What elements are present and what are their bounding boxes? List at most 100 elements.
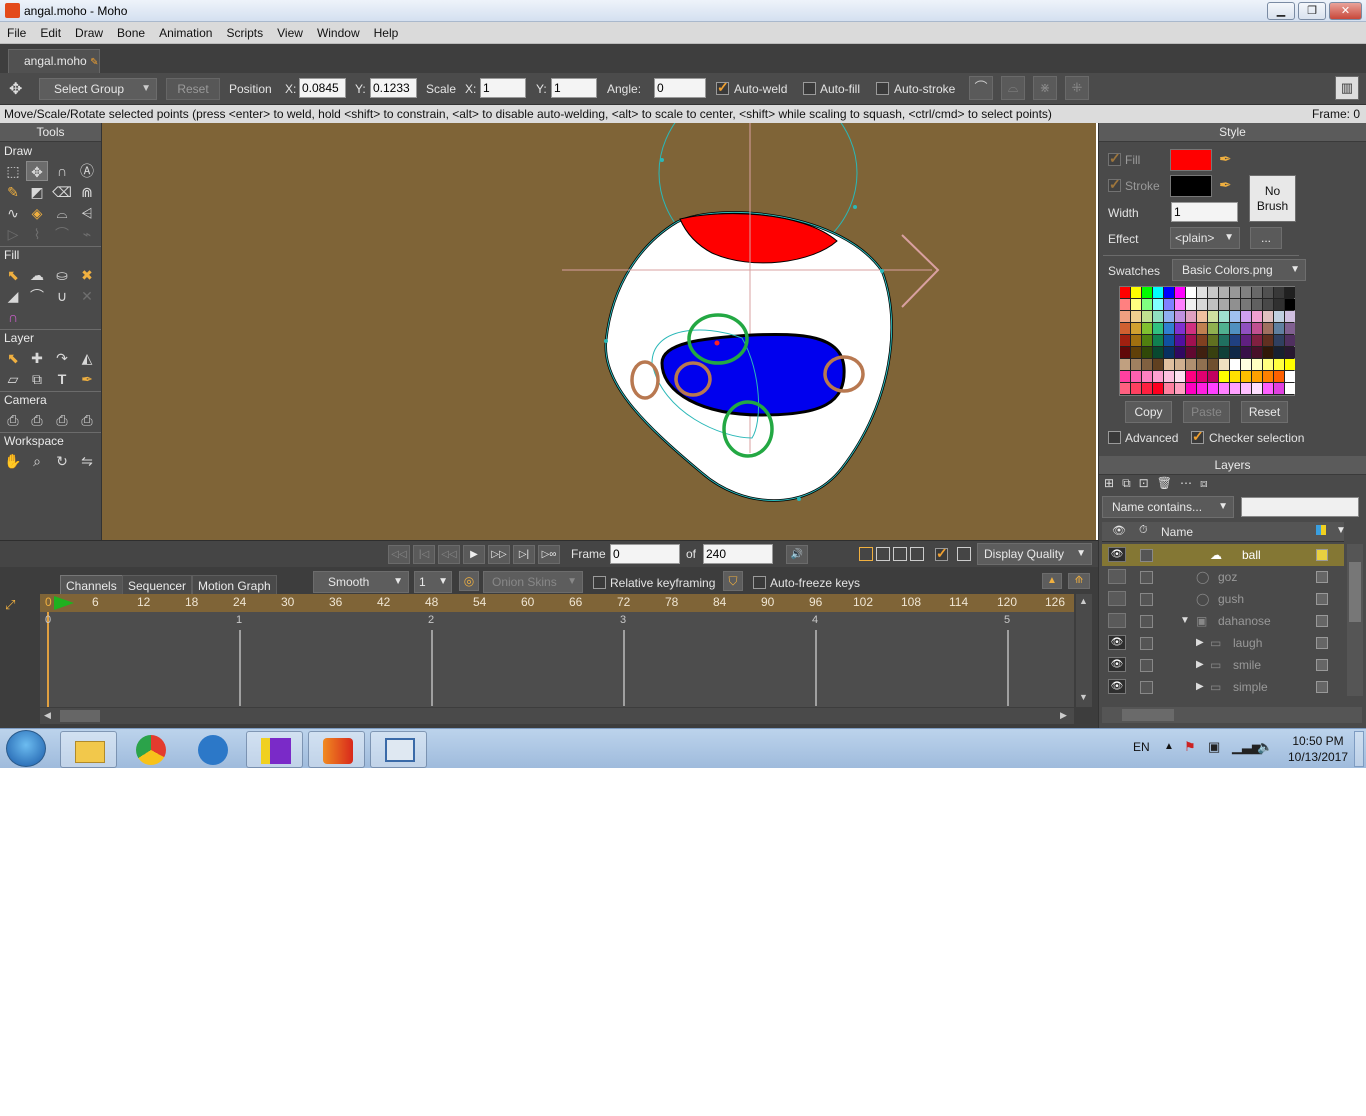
playhead[interactable] xyxy=(47,612,49,707)
speaker-icon[interactable]: 🔊 xyxy=(786,545,808,564)
select-points-icon[interactable]: ⬚ xyxy=(2,161,24,181)
palette-swatch[interactable] xyxy=(1285,347,1295,358)
palette-swatch[interactable] xyxy=(1120,383,1130,394)
palette-swatch[interactable] xyxy=(1153,323,1163,334)
palette-swatch[interactable] xyxy=(1153,371,1163,382)
eyedropper-icon[interactable]: ✒ xyxy=(76,369,98,389)
fill-eyedropper-icon[interactable]: ✒ xyxy=(1219,150,1232,168)
palette-swatch[interactable] xyxy=(1186,323,1196,334)
palette-swatch[interactable] xyxy=(1120,335,1130,346)
palette-swatch[interactable] xyxy=(1230,359,1240,370)
palette-swatch[interactable] xyxy=(1175,383,1185,394)
zoom-icon[interactable]: ⌕ xyxy=(26,451,48,471)
palette-swatch[interactable] xyxy=(1186,371,1196,382)
layer-color-tag[interactable] xyxy=(1316,549,1328,561)
expand-right-icon[interactable]: ▶ xyxy=(1196,654,1204,676)
split-view-icon[interactable] xyxy=(876,547,890,561)
palette-swatch[interactable] xyxy=(1219,359,1229,370)
language-indicator[interactable]: EN xyxy=(1133,740,1150,754)
auto-freeze-checkbox[interactable] xyxy=(753,576,766,589)
flag-icon[interactable]: ⚑ xyxy=(1184,739,1196,755)
palette-swatch[interactable] xyxy=(1164,371,1174,382)
palette-swatch[interactable] xyxy=(1219,299,1229,310)
palette-swatch[interactable] xyxy=(1153,359,1163,370)
collapse-up-icon[interactable]: ▲ xyxy=(1042,573,1062,589)
timeline-hscrollbar[interactable]: ◀ ▶ xyxy=(40,708,1074,724)
palette-swatch[interactable] xyxy=(1142,299,1152,310)
stroke-exp-icon[interactable]: ⌁ xyxy=(76,224,98,244)
drawing-canvas[interactable] xyxy=(102,123,1096,540)
palette-swatch[interactable] xyxy=(1208,287,1218,298)
palette-swatch[interactable] xyxy=(1241,299,1251,310)
palette-swatch[interactable] xyxy=(1208,359,1218,370)
layer-row-goz[interactable]: 👁 ◯ goz xyxy=(1102,566,1344,588)
palette-swatch[interactable] xyxy=(1219,371,1229,382)
palette-swatch[interactable] xyxy=(1153,299,1163,310)
palette-swatch[interactable] xyxy=(1285,323,1295,334)
auto-fill-checkbox[interactable] xyxy=(803,82,816,95)
translate-layer-icon[interactable]: ✚ xyxy=(26,348,48,368)
palette-swatch[interactable] xyxy=(1186,287,1196,298)
expand-right-icon[interactable]: ▶ xyxy=(1196,676,1204,698)
palette-swatch[interactable] xyxy=(1263,335,1273,346)
interp-count-dropdown[interactable]: 1 ▼ xyxy=(414,571,452,593)
palette-swatch[interactable] xyxy=(1241,323,1251,334)
layer-select-checkbox[interactable] xyxy=(1140,549,1153,562)
palette-swatch[interactable] xyxy=(1241,311,1251,322)
palette-swatch[interactable] xyxy=(1230,287,1240,298)
expand-icon[interactable]: ⟰ xyxy=(1068,573,1090,589)
taskbar-app4[interactable] xyxy=(246,731,303,768)
palette-swatch[interactable] xyxy=(1263,299,1273,310)
single-view-icon[interactable] xyxy=(859,547,873,561)
shear-layer-icon[interactable]: ▱ xyxy=(2,369,24,389)
horizontal-view-icon[interactable] xyxy=(893,547,907,561)
palette-swatch[interactable] xyxy=(1241,335,1251,346)
menu-view[interactable]: View xyxy=(270,22,310,44)
palette-swatch[interactable] xyxy=(1197,347,1207,358)
palette-swatch[interactable] xyxy=(1274,383,1284,394)
scroll-up-icon[interactable]: ▲ xyxy=(1079,596,1088,606)
select-shape-icon[interactable]: ⬉ xyxy=(2,265,24,285)
layer-row-gush[interactable]: 👁 ◯ gush xyxy=(1102,588,1344,610)
advanced-checkbox[interactable] xyxy=(1108,431,1121,444)
palette-swatch[interactable] xyxy=(1175,323,1185,334)
visibility-eye-icon[interactable]: 👁 xyxy=(1108,657,1126,672)
palette-swatch[interactable] xyxy=(1153,383,1163,394)
palette-swatch[interactable] xyxy=(1142,287,1152,298)
visibility-eye-icon[interactable]: 👁 xyxy=(1108,613,1126,628)
palette-swatch[interactable] xyxy=(1164,287,1174,298)
no-brush-button[interactable]: No Brush xyxy=(1249,175,1296,222)
stroke-icon[interactable]: ∪ xyxy=(51,286,73,306)
palette-swatch[interactable] xyxy=(1175,287,1185,298)
palette-swatch[interactable] xyxy=(1120,359,1130,370)
menu-bone[interactable]: Bone xyxy=(110,22,152,44)
visibility-eye-icon[interactable]: 👁 xyxy=(1108,635,1126,650)
frame-input[interactable]: 0 xyxy=(610,544,680,564)
palette-swatch[interactable] xyxy=(1164,311,1174,322)
rewind-start-icon[interactable]: ◁◁ xyxy=(388,545,410,564)
palette-swatch[interactable] xyxy=(1186,359,1196,370)
palette-swatch[interactable] xyxy=(1208,335,1218,346)
palette-swatch[interactable] xyxy=(1252,299,1262,310)
menu-scripts[interactable]: Scripts xyxy=(219,22,270,44)
palette-swatch[interactable] xyxy=(1219,383,1229,394)
palette-swatch[interactable] xyxy=(1285,335,1295,346)
palette-swatch[interactable] xyxy=(1274,299,1284,310)
scrollbar-thumb[interactable] xyxy=(1349,562,1361,622)
layer-filter-dropdown[interactable]: Name contains... ▼ xyxy=(1102,496,1234,518)
palette-swatch[interactable] xyxy=(1241,371,1251,382)
add-point-icon[interactable]: ∩ xyxy=(51,161,73,181)
position-x-input[interactable]: 0.0845 xyxy=(299,78,346,98)
draw-shape-icon[interactable]: ◩ xyxy=(26,182,48,202)
menu-help[interactable]: Help xyxy=(367,22,406,44)
palette-swatch[interactable] xyxy=(1120,311,1130,322)
palette-swatch[interactable] xyxy=(1252,359,1262,370)
scale-x-input[interactable]: 1 xyxy=(480,78,526,98)
rotate-layer-icon[interactable]: ↷ xyxy=(51,348,73,368)
copy-button[interactable]: Copy xyxy=(1125,401,1172,423)
layer-select-checkbox[interactable] xyxy=(1140,637,1153,650)
visibility-eye-icon[interactable]: 👁 xyxy=(1108,547,1126,562)
fill-color-swatch[interactable] xyxy=(1170,149,1212,171)
stroke-checkbox[interactable] xyxy=(1108,176,1121,193)
insert-text-icon[interactable]: T xyxy=(51,369,73,389)
